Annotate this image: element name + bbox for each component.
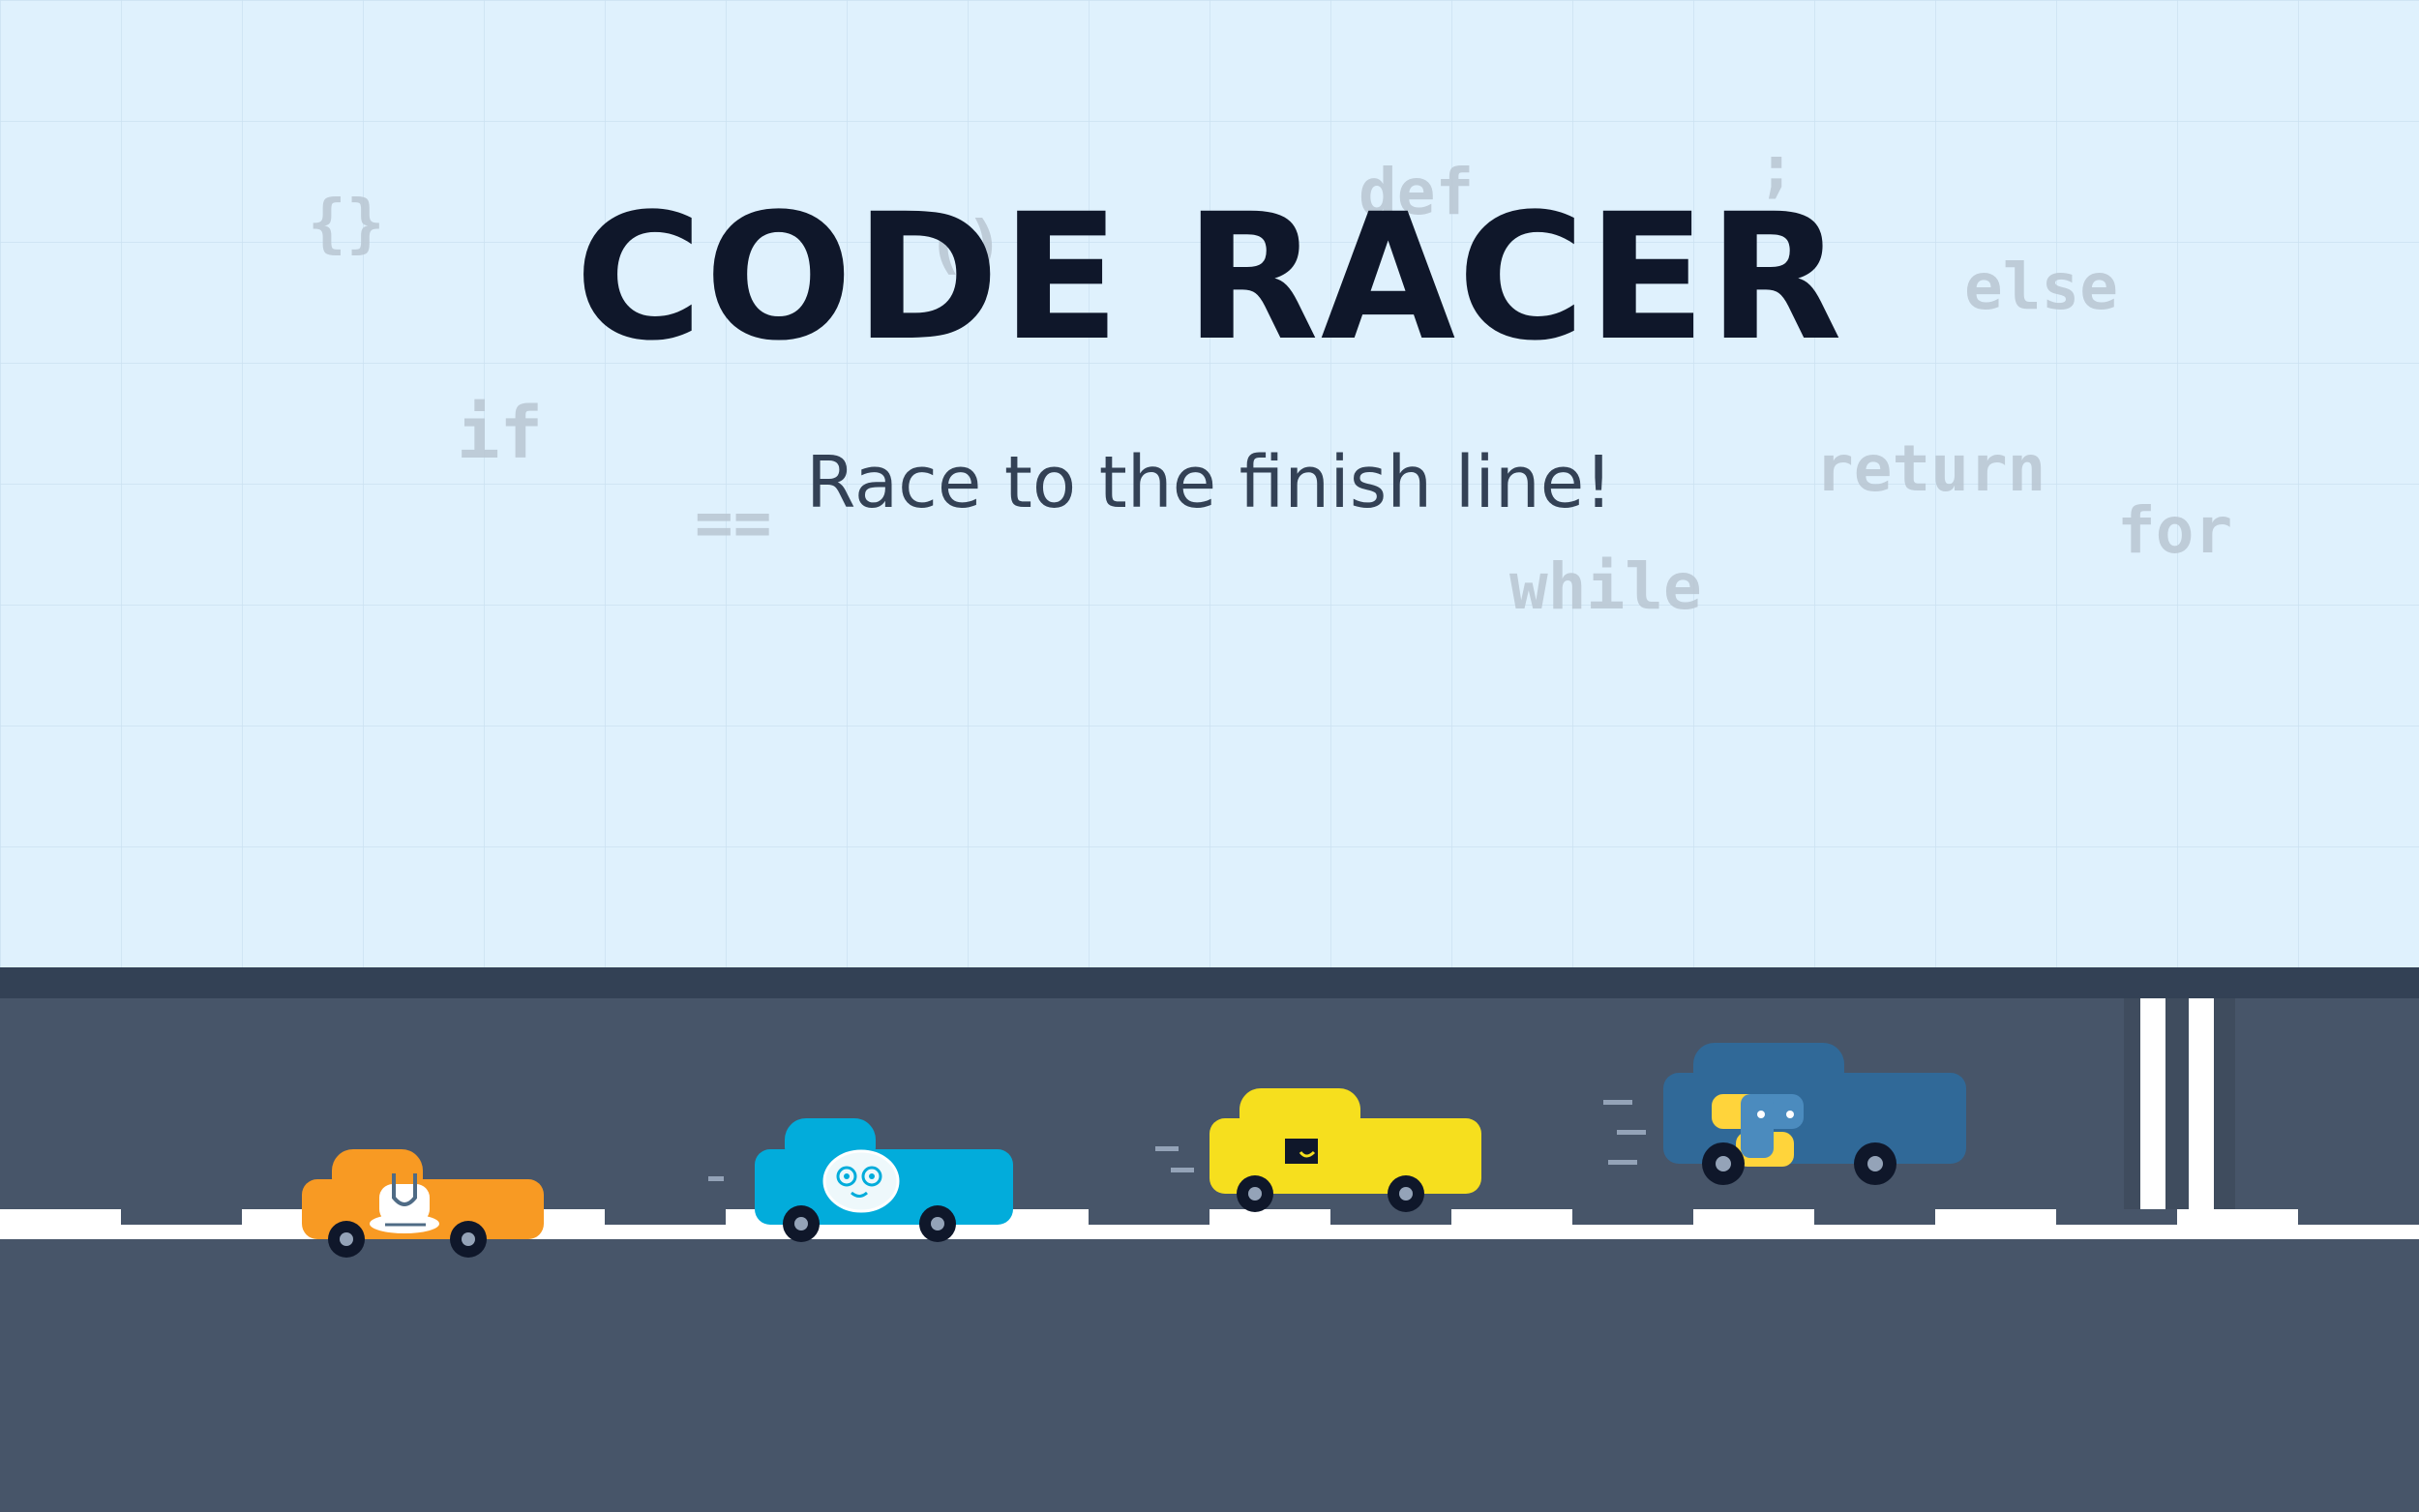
road-surface (0, 998, 2419, 1512)
game-subtitle: Race to the finish line! (806, 441, 1613, 524)
game-title: CODE RACER (575, 177, 1844, 379)
javascript-logo-icon (1285, 1139, 1318, 1164)
finish-line (2124, 998, 2235, 1209)
keyword-while: while (1509, 549, 1702, 624)
speed-lines (708, 1176, 724, 1181)
go-gopher-icon (822, 1149, 900, 1213)
road-top-edge (0, 967, 2419, 998)
